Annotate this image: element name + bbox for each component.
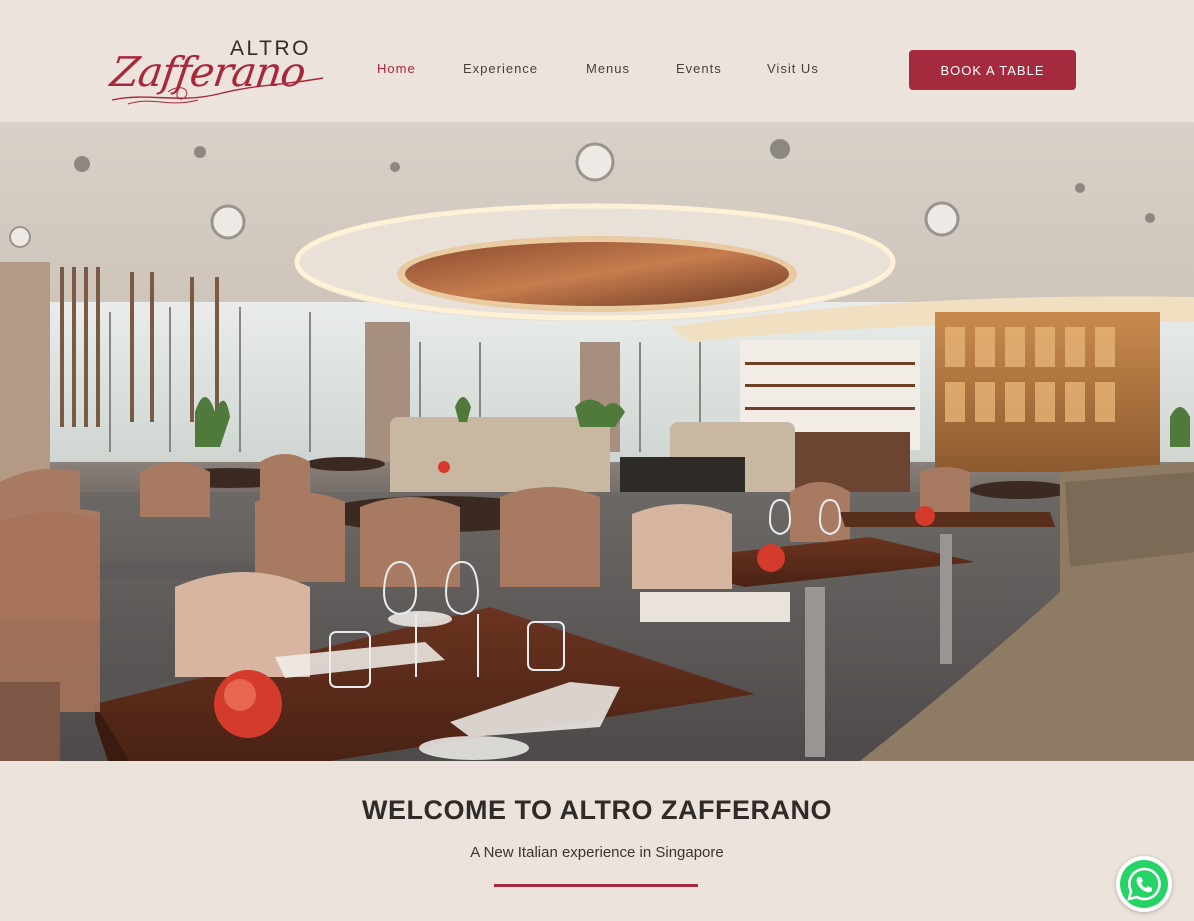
nav-item-events[interactable]: Events — [676, 61, 722, 76]
welcome-subtitle: A New Italian experience in Singapore — [470, 844, 724, 861]
nav-item-home[interactable]: Home — [377, 61, 416, 76]
book-a-table-button[interactable]: BOOK A TABLE — [909, 50, 1076, 90]
whatsapp-icon — [1120, 860, 1168, 908]
restaurant-interior-illustration — [0, 122, 1194, 761]
hero-image — [0, 122, 1194, 761]
site-header: ALTRO Zafferano Home Experience Menus Ev… — [0, 0, 1194, 122]
section-divider — [494, 884, 698, 887]
nav-item-visit-us[interactable]: Visit Us — [767, 61, 819, 76]
logo[interactable]: ALTRO Zafferano — [108, 34, 328, 108]
logo-flourish-icon — [111, 77, 324, 105]
nav-item-experience[interactable]: Experience — [463, 61, 538, 76]
welcome-title: WELCOME TO ALTRO ZAFFERANO — [362, 795, 832, 825]
nav-item-menus[interactable]: Menus — [586, 61, 630, 76]
page: ALTRO Zafferano Home Experience Menus Ev… — [0, 0, 1194, 921]
whatsapp-button[interactable] — [1116, 856, 1172, 912]
